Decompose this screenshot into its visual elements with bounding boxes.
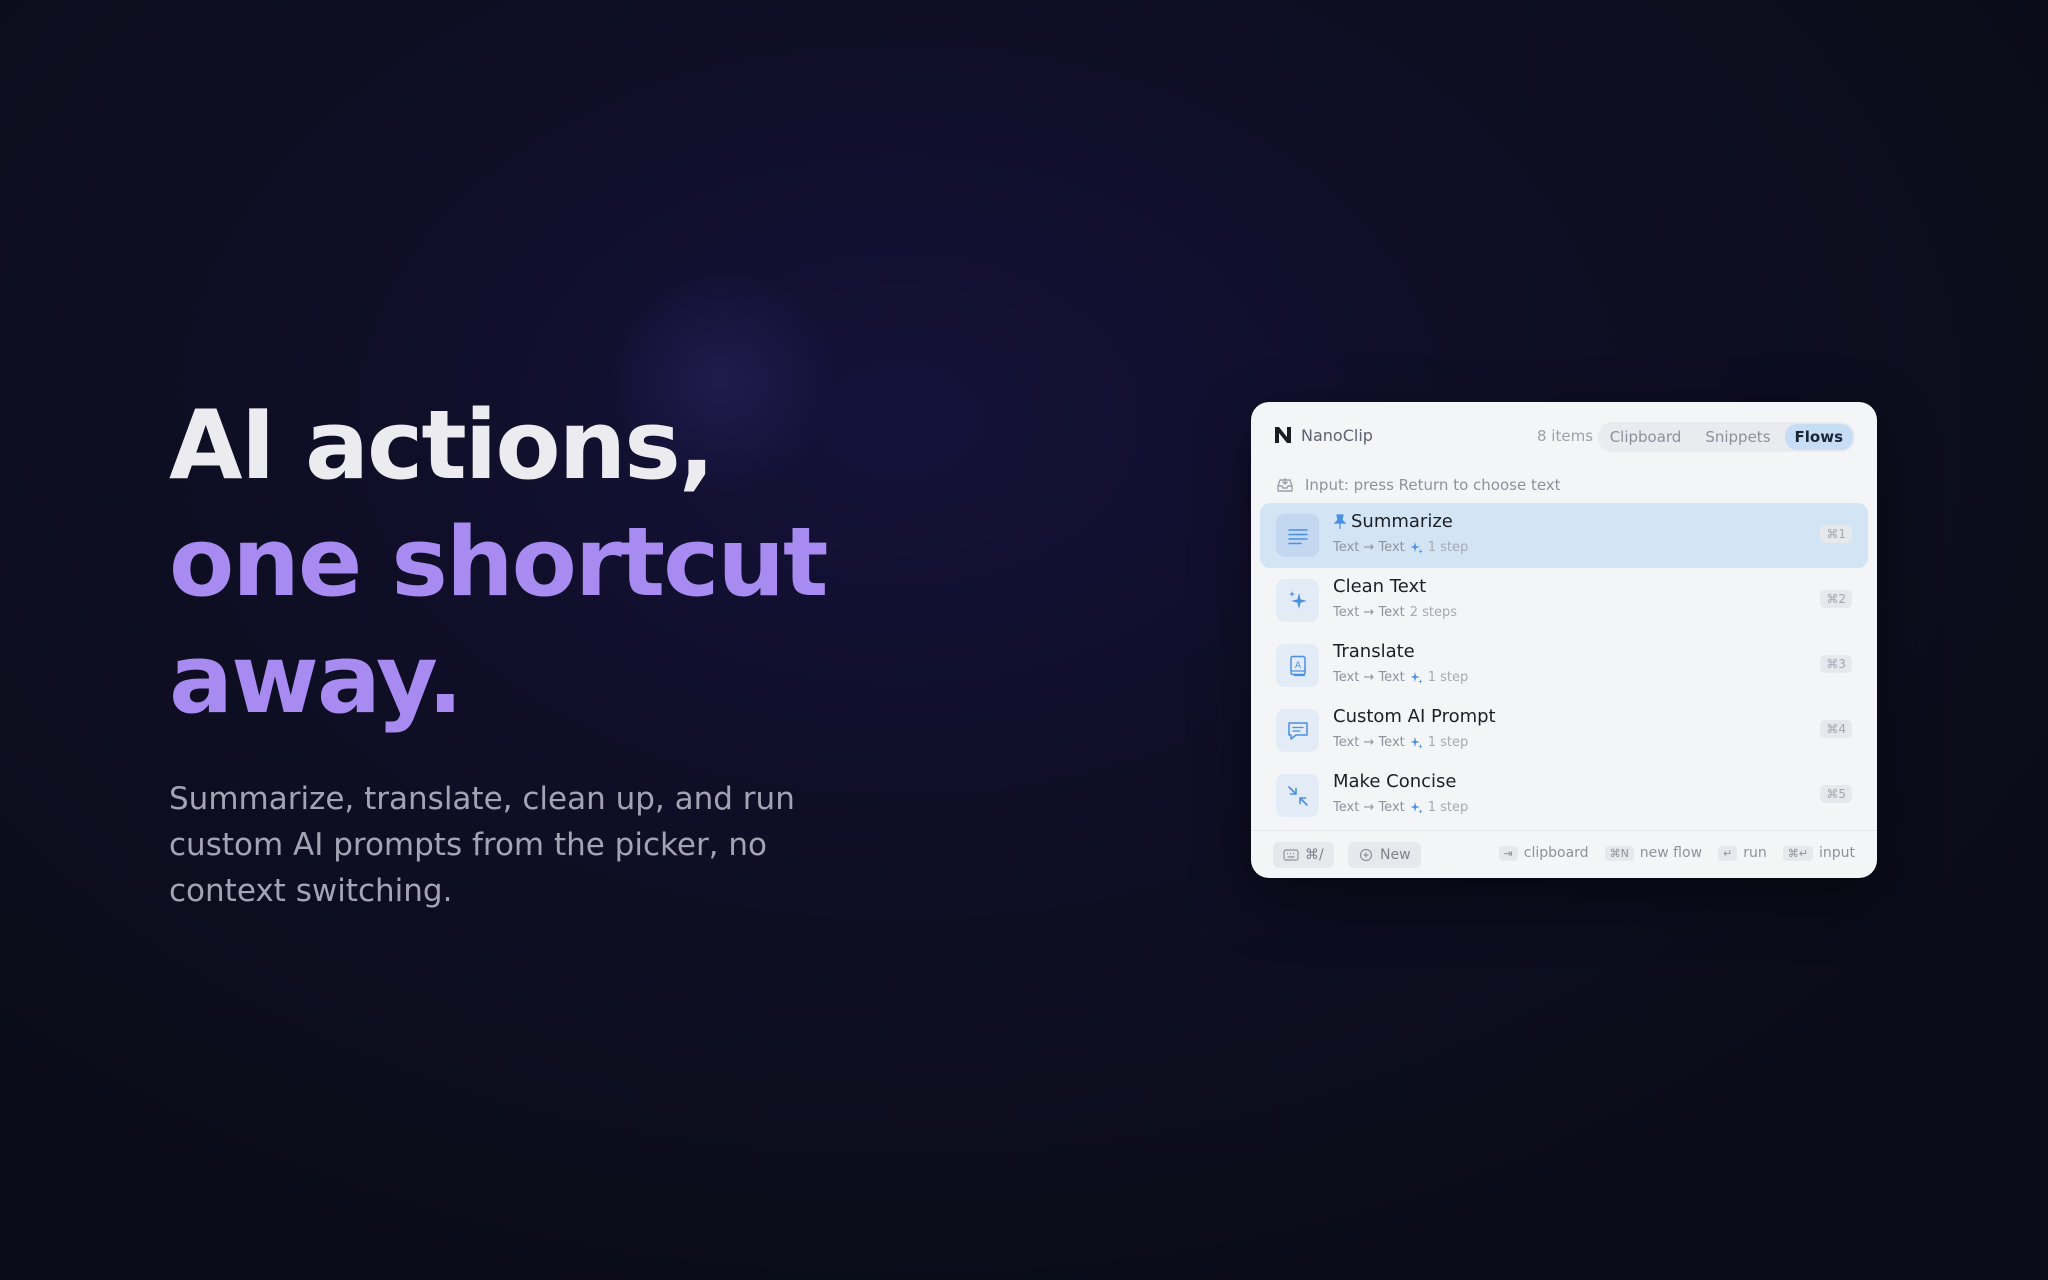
flow-meta: Text → Text 1 step — [1333, 800, 1468, 815]
hint-label: run — [1743, 845, 1767, 861]
flow-steps: 2 steps — [1409, 605, 1458, 620]
dictionary-icon: A — [1289, 655, 1306, 676]
hint-key: ⇥ — [1498, 845, 1518, 861]
brand-name: NanoClip — [1301, 425, 1373, 445]
new-flow-button[interactable]: New — [1348, 842, 1421, 868]
flow-list: Summarize Text → Text 1 step ⌘1 Clean Te… — [1260, 503, 1868, 828]
flow-io: Text → Text — [1333, 670, 1405, 685]
nanoclip-logo-icon — [1275, 427, 1291, 443]
flow-title-text: Translate — [1333, 641, 1415, 662]
hint-key: ↵ — [1718, 845, 1738, 861]
headline: AI actions, one shortcut away. — [169, 388, 929, 739]
input-hint-row[interactable]: Input: press Return to choose text — [1275, 472, 1561, 498]
pin-icon — [1333, 513, 1347, 529]
flow-io: Text → Text — [1333, 735, 1405, 750]
keyboard-hints: ⇥ clipboard ⌘N new flow ↵ run ⌘↵ input — [1498, 845, 1855, 861]
flow-icon-box — [1276, 514, 1319, 557]
keyboard-icon — [1283, 849, 1299, 861]
flow-title: Custom AI Prompt — [1333, 706, 1496, 727]
hint-new-flow: ⌘N new flow — [1604, 845, 1703, 861]
flow-io: Text → Text — [1333, 540, 1405, 555]
flow-io: Text → Text — [1333, 605, 1405, 620]
chat-bubble-icon — [1287, 721, 1308, 740]
keyboard-button-label: ⌘/ — [1305, 847, 1324, 863]
plus-circle-icon — [1359, 848, 1373, 862]
flow-meta: Text → Text 2 steps — [1333, 605, 1457, 620]
lines-icon — [1287, 528, 1308, 544]
flow-steps: 1 step — [1427, 800, 1469, 815]
flow-row-summarize[interactable]: Summarize Text → Text 1 step ⌘1 — [1260, 503, 1868, 568]
tab-snippets[interactable]: Snippets — [1695, 424, 1780, 450]
ai-sparkle-icon — [1410, 737, 1423, 749]
flow-shortcut: ⌘4 — [1820, 720, 1852, 738]
flow-icon-box — [1276, 774, 1319, 817]
flow-title: Translate — [1333, 641, 1415, 662]
flow-icon-box: A — [1276, 644, 1319, 687]
hint-label: new flow — [1639, 845, 1703, 861]
svg-text:A: A — [1294, 661, 1301, 671]
flow-steps: 1 step — [1427, 735, 1469, 750]
flow-title: Make Concise — [1333, 771, 1456, 792]
flow-icon-box — [1276, 709, 1319, 752]
hint-key: ⌘N — [1604, 845, 1634, 861]
flow-shortcut: ⌘3 — [1820, 655, 1852, 673]
new-button-label: New — [1380, 847, 1411, 863]
inbox-icon — [1277, 478, 1293, 492]
flow-row-custom-ai-prompt[interactable]: Custom AI Prompt Text → Text 1 step ⌘4 — [1260, 698, 1868, 763]
flow-meta: Text → Text 1 step — [1333, 670, 1468, 685]
headline-line-2: one shortcut — [169, 508, 828, 618]
flow-title-text: Clean Text — [1333, 576, 1427, 597]
picker-tabs: Clipboard Snippets Flows — [1597, 422, 1855, 452]
flow-shortcut: ⌘1 — [1820, 525, 1852, 543]
flow-icon-box — [1276, 579, 1319, 622]
flow-title-text: Summarize — [1351, 511, 1453, 532]
hint-label: input — [1818, 845, 1855, 861]
flow-row-make-concise[interactable]: Make Concise Text → Text 1 step ⌘5 — [1260, 763, 1868, 828]
brand: NanoClip — [1273, 425, 1373, 445]
ai-sparkle-icon — [1410, 802, 1423, 814]
picker-footer: ⌘/ New ⇥ clipboard ⌘N new flow ↵ run ⌘↵ … — [1251, 830, 1877, 878]
flow-row-translate[interactable]: A Translate Text → Text 1 step ⌘3 — [1260, 633, 1868, 698]
flow-title-text: Custom AI Prompt — [1333, 706, 1496, 727]
hint-run: ↵ run — [1718, 845, 1767, 861]
hero-section: AI actions, one shortcut away. Summarize… — [169, 388, 929, 914]
tab-flows[interactable]: Flows — [1784, 424, 1853, 450]
flow-shortcut: ⌘5 — [1820, 785, 1852, 803]
flow-steps: 1 step — [1427, 670, 1469, 685]
item-count: 8 items — [1537, 427, 1594, 445]
flow-io: Text → Text — [1333, 800, 1405, 815]
tab-clipboard[interactable]: Clipboard — [1600, 424, 1692, 450]
keyboard-shortcuts-button[interactable]: ⌘/ — [1273, 842, 1334, 868]
hint-label: clipboard — [1523, 845, 1589, 861]
flow-title: Summarize — [1333, 511, 1453, 532]
picker-window: NanoClip 8 items Clipboard Snippets Flow… — [1251, 402, 1877, 878]
flow-meta: Text → Text 1 step — [1333, 735, 1468, 750]
flow-shortcut: ⌘2 — [1820, 590, 1852, 608]
flow-steps: 1 step — [1427, 540, 1469, 555]
flow-row-clean-text[interactable]: Clean Text Text → Text 2 steps ⌘2 — [1260, 568, 1868, 633]
hint-key: ⌘↵ — [1782, 845, 1813, 861]
flow-title-text: Make Concise — [1333, 771, 1457, 792]
headline-line-3: away. — [169, 625, 463, 735]
hint-input: ⌘↵ input — [1782, 845, 1855, 861]
ai-sparkle-icon — [1410, 672, 1423, 684]
hint-clipboard: ⇥ clipboard — [1498, 845, 1589, 861]
flow-title: Clean Text — [1333, 576, 1426, 597]
picker-header: NanoClip 8 items Clipboard Snippets Flow… — [1251, 402, 1877, 470]
hero-subtitle: Summarize, translate, clean up, and run … — [169, 781, 795, 909]
sparkles-icon — [1288, 590, 1307, 609]
headline-line-1: AI actions, — [169, 391, 715, 501]
ai-sparkle-icon — [1410, 542, 1423, 554]
input-hint-text: Input: press Return to choose text — [1305, 476, 1561, 494]
arrows-compress-icon — [1287, 785, 1308, 806]
flow-meta: Text → Text 1 step — [1333, 540, 1468, 555]
